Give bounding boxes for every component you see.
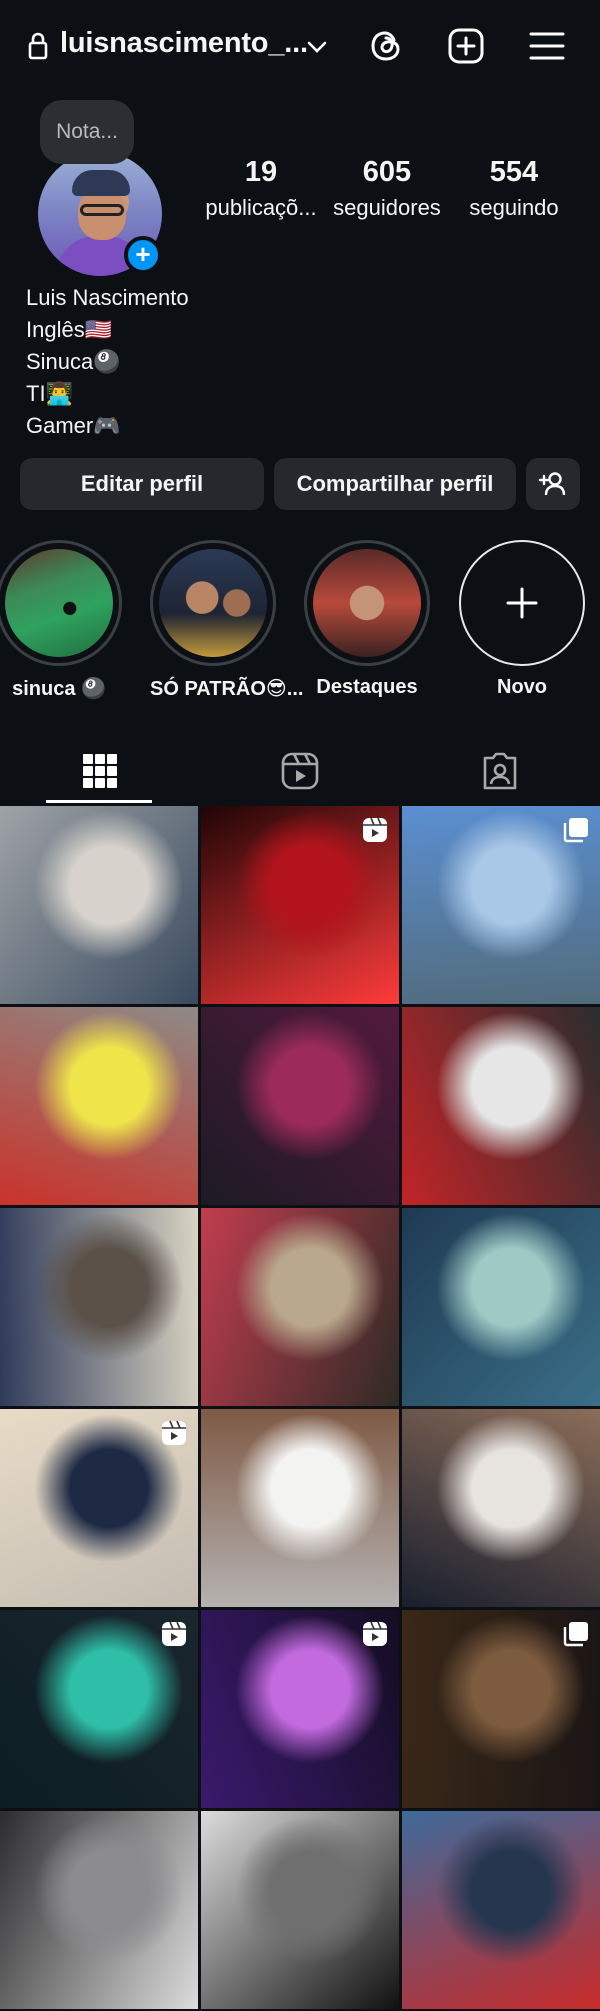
highlight-destaques[interactable]: Destaques <box>304 540 430 699</box>
highlight-new[interactable]: Novo <box>459 540 585 699</box>
post-tile[interactable] <box>201 1811 399 2009</box>
bio-line: Sinuca🎱 <box>26 349 121 374</box>
add-story-icon[interactable]: + <box>124 236 162 274</box>
reels-icon <box>281 752 319 790</box>
highlight-cover <box>313 549 421 657</box>
post-tile[interactable] <box>402 1409 600 1607</box>
post-tile[interactable] <box>402 1208 600 1406</box>
discover-people-button[interactable] <box>526 458 580 510</box>
username[interactable]: luisnascimento_... <box>60 27 308 60</box>
reel-icon <box>160 1419 188 1447</box>
add-person-icon <box>538 472 566 496</box>
tab-reels[interactable] <box>200 740 400 802</box>
post-tile[interactable] <box>201 1007 399 1205</box>
post-tile[interactable] <box>0 1610 198 1808</box>
post-tile[interactable] <box>201 806 399 1004</box>
post-tile[interactable] <box>402 806 600 1004</box>
post-tile[interactable] <box>201 1610 399 1808</box>
stat-posts[interactable]: 19 publicaçõ... <box>200 156 322 221</box>
post-tile[interactable] <box>201 1409 399 1607</box>
highlight-cover <box>5 549 113 657</box>
post-tile[interactable] <box>402 1007 600 1205</box>
highlight-cover <box>159 549 267 657</box>
highlight-sinuca[interactable]: sinuca 🎱 <box>0 540 122 701</box>
carousel-icon <box>562 1620 590 1648</box>
add-post-icon[interactable] <box>444 24 488 68</box>
highlight-label: sinuca 🎱 <box>12 678 106 700</box>
chevron-down-icon[interactable] <box>304 34 330 60</box>
post-tile[interactable] <box>402 1811 600 2009</box>
tab-tagged[interactable] <box>400 740 600 802</box>
lock-icon <box>28 32 48 60</box>
plus-icon <box>506 587 538 619</box>
highlight-label: Novo <box>497 676 547 698</box>
highlight-so-patrao[interactable]: SÓ PATRÃO😎... <box>150 540 304 701</box>
menu-icon[interactable] <box>525 24 569 68</box>
post-tile[interactable] <box>0 1007 198 1205</box>
post-tile[interactable] <box>0 806 198 1004</box>
post-tile[interactable] <box>0 1811 198 2009</box>
profile-name: Luis Nascimento <box>26 285 189 310</box>
share-profile-button[interactable]: Compartilhar perfil <box>274 458 516 510</box>
carousel-icon <box>562 816 590 844</box>
active-tab-indicator <box>46 800 152 803</box>
note-bubble[interactable]: Nota... <box>40 100 134 164</box>
highlight-label: SÓ PATRÃO😎... <box>150 678 304 700</box>
post-tile[interactable] <box>0 1409 198 1607</box>
stat-following-label: seguindo <box>469 195 559 220</box>
stat-posts-value: 19 <box>244 156 278 188</box>
reel-icon <box>361 816 389 844</box>
stat-following-value: 554 <box>489 156 539 188</box>
reel-icon <box>361 1620 389 1648</box>
reel-icon <box>160 1620 188 1648</box>
post-tile[interactable] <box>0 1208 198 1406</box>
tagged-icon <box>483 752 517 790</box>
highlight-label: Destaques <box>316 676 418 698</box>
post-tile[interactable] <box>402 1610 600 1808</box>
grid-icon <box>83 754 117 788</box>
stat-following[interactable]: 554 seguindo <box>454 156 574 221</box>
stat-followers-value: 605 <box>362 156 412 188</box>
top-bar: luisnascimento_... <box>0 0 600 92</box>
bio-line: TI👨‍💻 <box>26 381 73 406</box>
edit-profile-button[interactable]: Editar perfil <box>20 458 264 510</box>
bio-line: Gamer🎮 <box>26 413 121 438</box>
posts-grid <box>0 806 600 2009</box>
stat-followers[interactable]: 605 seguidores <box>326 156 448 221</box>
threads-icon[interactable] <box>364 24 408 68</box>
bio-line: Inglês🇺🇸 <box>26 317 113 342</box>
post-tile[interactable] <box>201 1208 399 1406</box>
stat-posts-label: publicaçõ... <box>205 195 317 220</box>
profile-bio: Luis Nascimento Inglês🇺🇸 Sinuca🎱 TI👨‍💻 G… <box>26 282 189 442</box>
tab-posts-grid[interactable] <box>0 740 200 802</box>
stat-followers-label: seguidores <box>333 195 441 220</box>
